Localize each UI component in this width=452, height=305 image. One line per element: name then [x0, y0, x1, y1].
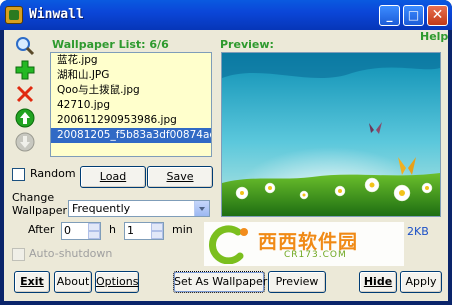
app-icon — [5, 6, 23, 24]
hide-label: Hide — [363, 275, 393, 288]
random-checkbox-box[interactable] — [12, 167, 25, 181]
hours-unit: h — [109, 223, 116, 236]
auto-shutdown-label: Auto-shutdown — [29, 247, 113, 260]
list-item[interactable]: Qoo与土拨鼠.jpg — [51, 83, 211, 98]
wallpaper-preview — [221, 52, 441, 217]
stepper-up-icon[interactable] — [88, 223, 100, 231]
stepper-up-icon[interactable] — [151, 223, 163, 231]
hours-value: 0 — [64, 224, 71, 237]
about-label: About — [56, 275, 90, 288]
minutes-stepper[interactable]: 1 — [124, 222, 164, 240]
stepper-down-icon[interactable] — [151, 231, 163, 239]
move-down-icon[interactable] — [12, 131, 38, 153]
minutes-stepper-arrows[interactable] — [151, 223, 163, 239]
list-item[interactable]: 200611290953986.jpg — [51, 113, 211, 128]
add-icon[interactable] — [12, 59, 38, 81]
preview-button[interactable]: Preview — [268, 271, 326, 293]
apply-label: Apply — [405, 275, 437, 288]
move-up-icon[interactable] — [12, 107, 38, 129]
minutes-unit: min — [172, 223, 193, 236]
toolbox — [12, 35, 42, 160]
list-item[interactable]: 蓝花.jpg — [51, 53, 211, 68]
auto-shutdown-box — [12, 247, 25, 261]
zoom-icon[interactable] — [12, 35, 38, 57]
random-label: Random — [30, 167, 76, 180]
list-item[interactable]: 湖和山.JPG — [51, 68, 211, 83]
change-frequency-select[interactable]: Frequently — [68, 200, 210, 217]
options-label: Options — [96, 275, 139, 288]
minutes-value: 1 — [127, 224, 134, 237]
hours-stepper-arrows[interactable] — [88, 223, 100, 239]
set-as-wallpaper-button[interactable]: Set As Wallpaper — [173, 271, 268, 293]
chevron-down-icon[interactable] — [194, 201, 209, 216]
change-frequency-value: Frequently — [72, 202, 131, 215]
set-as-wallpaper-label: Set As Wallpaper — [174, 275, 268, 288]
exit-button[interactable]: Exit — [14, 271, 50, 293]
save-button[interactable]: Save — [147, 166, 213, 188]
stepper-down-icon[interactable] — [88, 231, 100, 239]
exit-label: Exit — [20, 275, 44, 288]
minimize-button[interactable]: _ — [379, 5, 400, 26]
watermark-subtext: CR173.COM — [284, 250, 347, 260]
auto-shutdown-checkbox: Auto-shutdown — [12, 247, 112, 261]
wallpaper-list-title: Wallpaper List: 6/6 — [52, 38, 169, 51]
hours-stepper[interactable]: 0 — [61, 222, 101, 240]
load-button[interactable]: Load — [80, 166, 146, 188]
close-button[interactable]: ✕ — [427, 5, 448, 26]
options-button[interactable]: Options — [95, 271, 139, 293]
save-label: Save — [166, 170, 194, 183]
preview-title: Preview: — [220, 38, 274, 51]
change-label-line2: Wallpaper: — [12, 204, 71, 217]
change-wallpaper-label: Change Wallpaper: — [12, 191, 71, 217]
maximize-button[interactable]: □ — [403, 5, 424, 26]
remove-icon[interactable] — [12, 83, 38, 105]
image-size-label: 2KB — [407, 225, 429, 238]
watermark-logo-icon — [209, 225, 248, 264]
help-link[interactable]: Help — [420, 30, 448, 43]
title-bar[interactable]: Winwall _ □ ✕ — [0, 0, 452, 30]
client-area: Wallpaper List: 6/6 Preview: Help 蓝花.jpg… — [4, 30, 448, 301]
load-label: Load — [99, 170, 127, 183]
list-item-selected[interactable]: 20081205_f5b83a3df00874acc2 — [51, 128, 211, 143]
wallpaper-list[interactable]: 蓝花.jpg 湖和山.JPG Qoo与土拨鼠.jpg 42710.jpg 200… — [50, 52, 212, 157]
list-item[interactable]: 42710.jpg — [51, 98, 211, 113]
preview-label: Preview — [275, 275, 319, 288]
random-checkbox[interactable]: Random — [12, 167, 76, 181]
watermark: 西西软件园 CR173.COM — [204, 222, 404, 266]
after-label: After — [28, 223, 55, 236]
preview-image — [222, 53, 440, 216]
hide-button[interactable]: Hide — [359, 271, 397, 293]
main-window: Winwall _ □ ✕ Wallpaper List: 6/6 Previe… — [0, 0, 452, 305]
change-label-line1: Change — [12, 191, 55, 204]
apply-button[interactable]: Apply — [400, 271, 442, 293]
about-button[interactable]: About — [54, 271, 92, 293]
window-title: Winwall — [29, 7, 84, 22]
